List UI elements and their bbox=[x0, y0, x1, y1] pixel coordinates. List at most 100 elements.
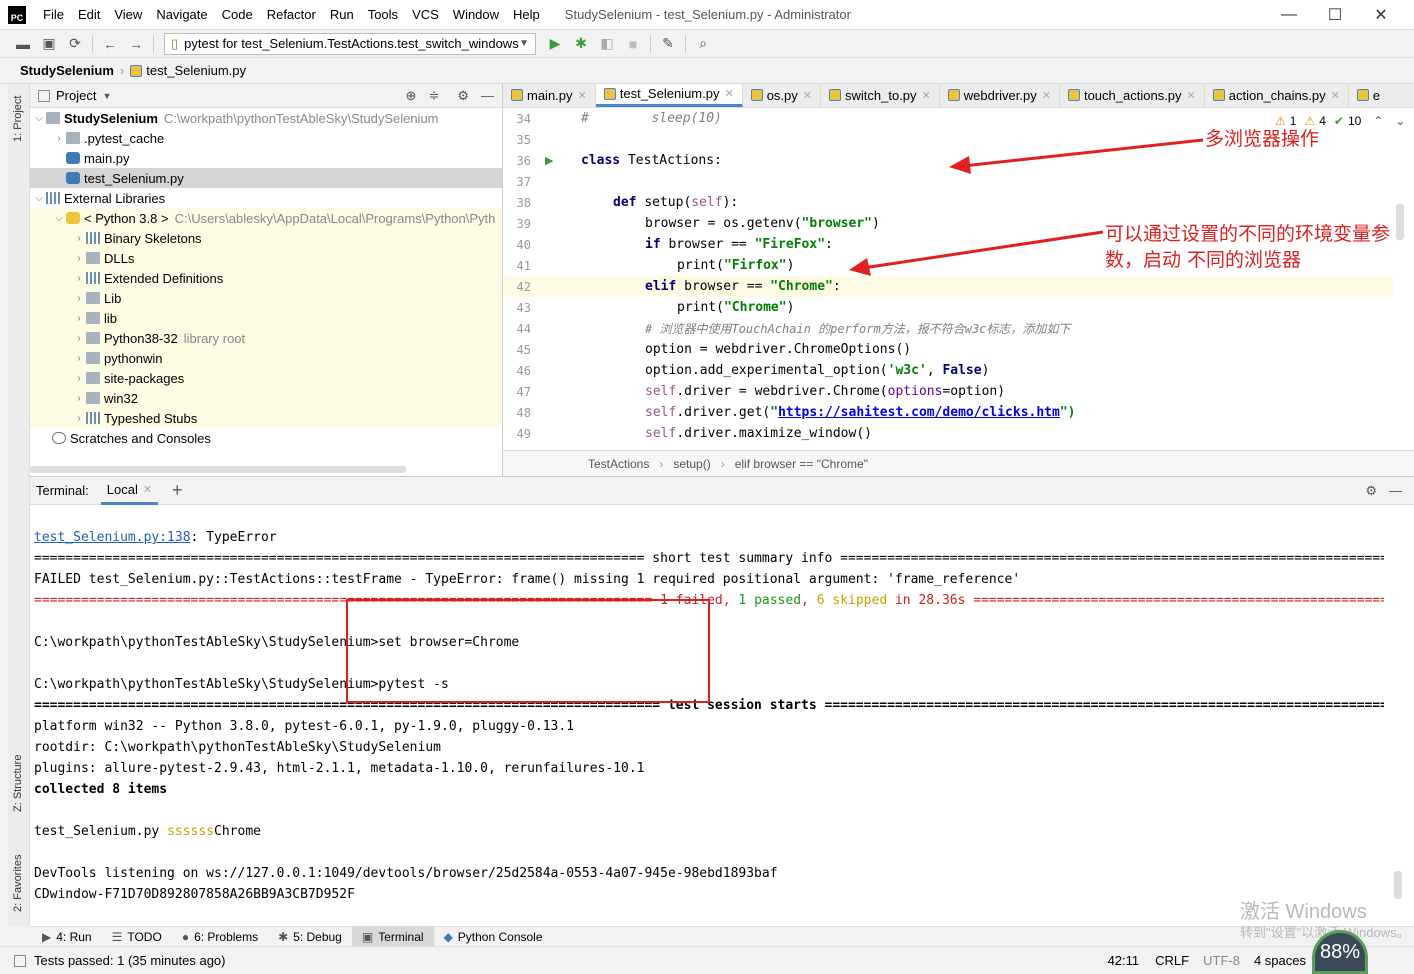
python-file-icon bbox=[130, 64, 143, 77]
tab-python-console[interactable]: ◆ Python Console bbox=[434, 927, 553, 947]
project-panel: Project ▼ ⊕ ≑ ⚙ — ⌵ StudySelenium C:\workp… bbox=[30, 84, 503, 476]
arrow-head bbox=[949, 156, 971, 174]
run-icon[interactable]: ▶ bbox=[542, 33, 568, 55]
terminal-header: Terminal: Local ✕ + ⚙ — bbox=[30, 477, 1414, 505]
stop-icon[interactable]: ■ bbox=[620, 33, 646, 55]
maximize-icon[interactable]: ☐ bbox=[1312, 0, 1358, 30]
tree-item[interactable]: › Typeshed Stubs bbox=[30, 408, 502, 428]
tree-item[interactable]: Scratches and Consoles bbox=[30, 428, 502, 448]
tree-item-label: lib bbox=[104, 310, 118, 326]
close-icon[interactable]: ✕ bbox=[1358, 0, 1404, 30]
project-panel-header: Project ▼ ⊕ ≑ ⚙ — bbox=[30, 84, 502, 108]
terminal-scrollbar[interactable] bbox=[1394, 871, 1402, 899]
menu-navigate[interactable]: Navigate bbox=[149, 7, 214, 22]
settings-wrench-icon[interactable]: ✎ bbox=[655, 33, 681, 55]
open-folder-icon[interactable]: ▬ bbox=[10, 33, 36, 55]
search-icon[interactable]: ⌕ bbox=[690, 33, 716, 55]
chevron-down-icon[interactable]: ▼ bbox=[102, 91, 111, 101]
run-configuration-select[interactable]: ▯ pytest for test_Selenium.TestActions.t… bbox=[164, 32, 536, 55]
menu-help[interactable]: Help bbox=[506, 7, 547, 22]
line-separator[interactable]: CRLF bbox=[1155, 953, 1189, 968]
gear-icon[interactable]: ⚙ bbox=[457, 88, 469, 104]
problems-icon: ● bbox=[181, 929, 190, 944]
crumb-class[interactable]: TestActions bbox=[588, 457, 649, 471]
gear-icon[interactable]: ⚙ bbox=[1365, 483, 1377, 499]
title-bar: PC File Edit View Navigate Code Refactor… bbox=[0, 0, 1414, 30]
indent-setting[interactable]: 4 spaces bbox=[1254, 953, 1306, 968]
tree-item-selected[interactable]: test_Selenium.py bbox=[30, 168, 502, 188]
menu-tools[interactable]: Tools bbox=[361, 7, 405, 22]
hide-panel-icon[interactable]: — bbox=[1389, 483, 1402, 498]
tree-item[interactable]: main.py bbox=[30, 148, 502, 168]
tree-item[interactable]: › win32 bbox=[30, 388, 502, 408]
breadcrumb-project[interactable]: StudySelenium bbox=[20, 63, 114, 78]
library-icon bbox=[86, 412, 100, 424]
library-icon bbox=[86, 232, 100, 244]
menu-code[interactable]: Code bbox=[215, 7, 260, 22]
file-encoding[interactable]: UTF-8 bbox=[1203, 953, 1240, 968]
tree-item-label: External Libraries bbox=[64, 190, 166, 206]
tree-item[interactable]: ⌵ StudySelenium C:\workpath\pythonTestAble… bbox=[30, 108, 502, 128]
menu-vcs[interactable]: VCS bbox=[405, 7, 446, 22]
run-icon: ▶ bbox=[42, 929, 52, 944]
tree-item[interactable]: › Python38-32 library root bbox=[30, 328, 502, 348]
project-tool-tab[interactable]: 1: Project bbox=[12, 96, 24, 142]
tab-debug[interactable]: ✱ 5: Debug bbox=[268, 927, 352, 947]
menu-refactor[interactable]: Refactor bbox=[260, 7, 323, 22]
chevron-right-icon: › bbox=[77, 292, 81, 304]
crumb-statement[interactable]: elif browser == "Chrome" bbox=[735, 457, 868, 471]
tree-item[interactable]: › lib bbox=[30, 308, 502, 328]
tab-todo[interactable]: ☰ TODO bbox=[102, 927, 172, 947]
tab-run[interactable]: ▶ 4: Run bbox=[32, 927, 102, 947]
tree-item[interactable]: › DLLs bbox=[30, 248, 502, 268]
close-tab-icon[interactable]: ✕ bbox=[143, 483, 152, 496]
editor-breadcrumb: TestActions › setup() › elif browser == … bbox=[503, 450, 1414, 476]
debug-icon[interactable]: ✱ bbox=[568, 33, 594, 55]
forward-icon[interactable]: → bbox=[123, 33, 149, 55]
menu-edit[interactable]: Edit bbox=[71, 7, 107, 22]
tree-item[interactable]: › Binary Skeletons bbox=[30, 228, 502, 248]
minimize-icon[interactable]: — bbox=[1266, 0, 1312, 30]
tree-item[interactable]: ⌵ External Libraries bbox=[30, 188, 502, 208]
back-icon[interactable]: ← bbox=[97, 33, 123, 55]
structure-tool-tab[interactable]: Z: Structure bbox=[12, 755, 24, 812]
pytest-icon: ▯ bbox=[171, 35, 179, 51]
collapse-all-icon[interactable]: ≑ bbox=[428, 88, 439, 104]
favorites-tool-tab[interactable]: 2: Favorites bbox=[12, 855, 24, 912]
coverage-icon[interactable]: ◧ bbox=[594, 33, 620, 55]
project-view-label[interactable]: Project bbox=[56, 88, 96, 103]
tab-problems[interactable]: ● 6: Problems bbox=[172, 927, 268, 947]
terminal-text: ssssss bbox=[167, 824, 215, 839]
locate-icon[interactable]: ⊕ bbox=[406, 88, 417, 104]
folder-icon bbox=[46, 112, 60, 124]
terminal-text: : TypeError bbox=[190, 530, 277, 545]
tree-item[interactable]: › .pytest_cache bbox=[30, 128, 502, 148]
tree-item[interactable]: › pythonwin bbox=[30, 348, 502, 368]
add-terminal-icon[interactable]: + bbox=[172, 480, 183, 501]
tree-item[interactable]: › site-packages bbox=[30, 368, 502, 388]
horizontal-scrollbar[interactable] bbox=[30, 466, 406, 473]
tab-terminal[interactable]: ▣ Terminal bbox=[351, 926, 434, 947]
tree-item[interactable]: › Lib bbox=[30, 288, 502, 308]
tab-label: Terminal bbox=[378, 929, 424, 944]
menu-window[interactable]: Window bbox=[446, 7, 506, 22]
terminal-output[interactable]: test_Selenium.py:138: TypeError ========… bbox=[34, 527, 1384, 905]
menu-view[interactable]: View bbox=[107, 7, 149, 22]
status-icon[interactable] bbox=[14, 954, 26, 967]
window-title: StudySelenium - test_Selenium.py - Admin… bbox=[564, 7, 851, 22]
sync-icon[interactable]: ⟳ bbox=[62, 33, 88, 55]
highlight-box bbox=[346, 599, 710, 703]
tree-item[interactable]: ⌵ < Python 3.8 > C:\Users\ablesky\AppData\… bbox=[30, 208, 502, 228]
menu-file[interactable]: File bbox=[36, 7, 71, 22]
terminal-link[interactable]: test_Selenium.py:138 bbox=[34, 530, 191, 545]
caret-position[interactable]: 42:11 bbox=[1108, 953, 1140, 968]
save-icon[interactable]: ▣ bbox=[36, 33, 62, 55]
menu-run[interactable]: Run bbox=[323, 7, 361, 22]
crumb-method[interactable]: setup() bbox=[673, 457, 710, 471]
terminal-tab-local[interactable]: Local ✕ bbox=[100, 477, 159, 505]
terminal-text: in 28.36s ==============================… bbox=[894, 593, 1384, 608]
tree-item[interactable]: › Extended Definitions bbox=[30, 268, 502, 288]
hide-panel-icon[interactable]: — bbox=[481, 88, 494, 103]
breadcrumb-file[interactable]: test_Selenium.py bbox=[146, 63, 246, 78]
terminal-line: FAILED test_Selenium.py::TestActions::te… bbox=[34, 572, 1021, 587]
